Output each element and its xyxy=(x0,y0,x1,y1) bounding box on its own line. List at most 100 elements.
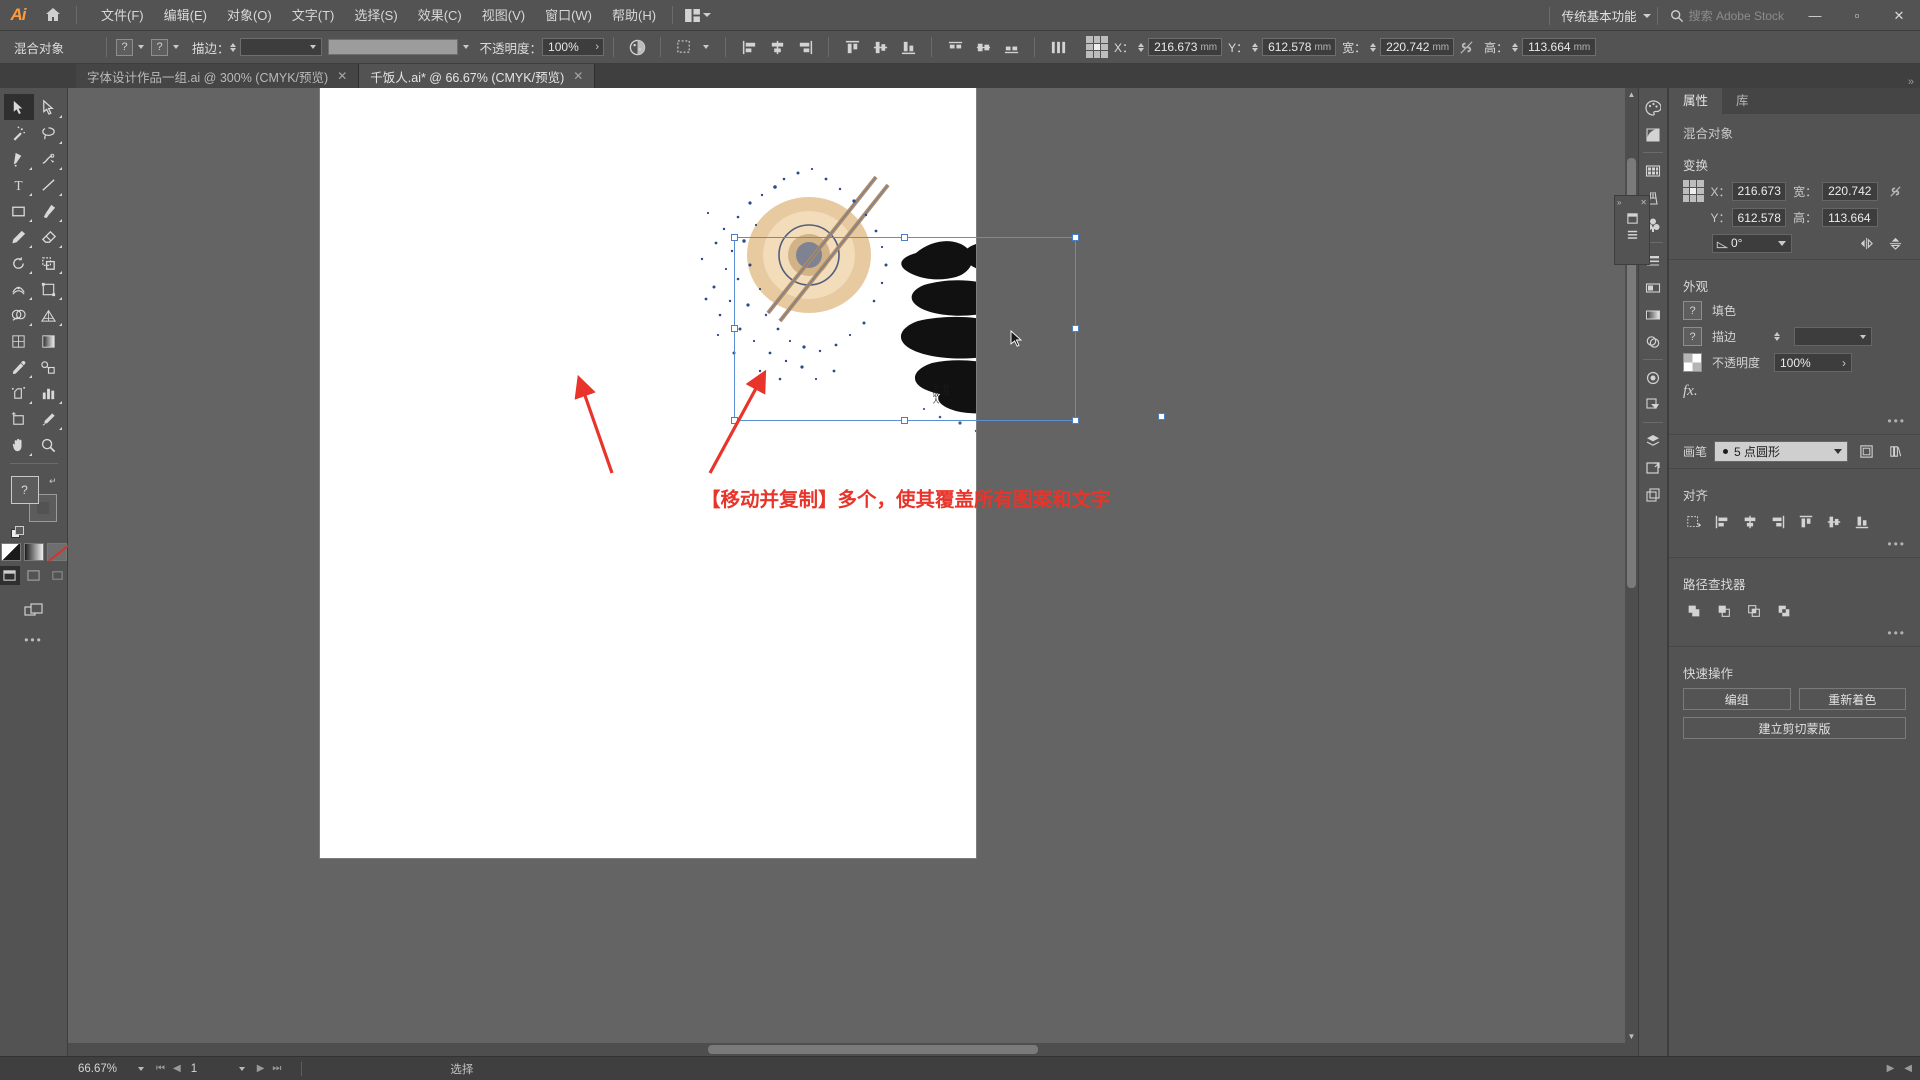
canvas-area[interactable]: 千饭人 食味 印 xyxy=(68,88,1638,1056)
close-icon[interactable]: ✕ xyxy=(573,69,583,83)
menu-type[interactable]: 文字(T) xyxy=(282,0,345,31)
width-stepper[interactable] xyxy=(1370,42,1377,52)
align-top-icon[interactable] xyxy=(1793,510,1819,534)
distribute-spacing-icon[interactable] xyxy=(1044,34,1072,60)
line-segment-tool[interactable] xyxy=(34,172,64,198)
symbol-sprayer-tool[interactable] xyxy=(4,380,34,406)
chevron-down-icon[interactable] xyxy=(138,45,145,49)
scale-tool[interactable] xyxy=(34,250,64,276)
resize-handle-ne[interactable] xyxy=(1072,234,1079,241)
chevron-down-icon[interactable] xyxy=(138,1066,144,1071)
gradient-tool[interactable] xyxy=(34,328,64,354)
brush-options-icon[interactable] xyxy=(1855,442,1877,462)
artboards-panel-icon[interactable] xyxy=(1639,454,1667,481)
menu-edit[interactable]: 编辑(E) xyxy=(154,0,217,31)
constrain-proportions-icon[interactable] xyxy=(1454,34,1478,60)
align-center-vertical-icon[interactable] xyxy=(1821,510,1847,534)
unite-icon[interactable] xyxy=(1681,599,1707,623)
stroke-stepper[interactable] xyxy=(229,42,236,52)
selection-bounding-box[interactable] xyxy=(731,234,1079,424)
resize-handle-n[interactable] xyxy=(901,234,908,241)
close-icon[interactable]: ✕ xyxy=(337,69,347,83)
resize-handle-nw[interactable] xyxy=(731,234,738,241)
flip-horizontal-icon[interactable] xyxy=(1855,233,1877,253)
menu-object[interactable]: 对象(O) xyxy=(217,0,282,31)
stroke-weight-select[interactable] xyxy=(239,38,322,56)
stroke-weight-select[interactable] xyxy=(1794,327,1872,346)
align-right-icon[interactable] xyxy=(1765,510,1791,534)
chevron-down-icon[interactable] xyxy=(1642,13,1651,18)
y-input[interactable]: 612.578 mm xyxy=(1262,38,1337,56)
layers-panel-icon[interactable] xyxy=(1639,427,1667,454)
menu-select[interactable]: 选择(S) xyxy=(344,0,407,31)
recolor-artwork-icon[interactable] xyxy=(623,34,651,60)
reference-point-grid[interactable] xyxy=(1086,36,1109,58)
document-tab[interactable]: 字体设计作品一组.ai @ 300% (CMYK/预览) ✕ xyxy=(76,64,360,88)
shape-builder-tool[interactable] xyxy=(4,302,34,328)
fill-swatch[interactable]: ? xyxy=(116,38,134,56)
menu-effect[interactable]: 效果(C) xyxy=(408,0,472,31)
curvature-tool[interactable] xyxy=(34,146,64,172)
align-right-icon[interactable] xyxy=(791,34,819,60)
close-icon[interactable]: ✕ xyxy=(1640,198,1647,207)
x-stepper[interactable] xyxy=(1138,42,1145,52)
next-page-icon[interactable]: ▶ xyxy=(253,1063,269,1074)
align-top-icon[interactable] xyxy=(838,34,866,60)
align-center-vertical-icon[interactable] xyxy=(866,34,894,60)
align-bottom-icon[interactable] xyxy=(1849,510,1875,534)
group-button[interactable]: 编组 xyxy=(1683,688,1791,710)
minimize-button[interactable]: — xyxy=(1794,0,1836,31)
swap-fill-stroke-icon[interactable]: ↵ xyxy=(49,476,57,487)
mesh-tool[interactable] xyxy=(4,328,34,354)
brush-libraries-icon[interactable] xyxy=(1884,442,1906,462)
y-stepper[interactable] xyxy=(1252,42,1259,52)
resize-handle-s[interactable] xyxy=(901,417,908,424)
gradient-panel-icon[interactable] xyxy=(1639,301,1667,328)
opacity-swatch-icon[interactable] xyxy=(1683,353,1702,372)
align-left-icon[interactable] xyxy=(1709,510,1735,534)
height-input[interactable]: 113.664 mm xyxy=(1522,38,1597,56)
list-icon[interactable] xyxy=(1626,228,1639,241)
width-input[interactable]: 220.742 xyxy=(1822,181,1879,201)
stroke-profile-bar[interactable] xyxy=(327,39,458,55)
align-more-icon[interactable]: ••• xyxy=(1669,537,1920,551)
align-center-horizontal-icon[interactable] xyxy=(763,34,791,60)
chevron-down-icon[interactable] xyxy=(173,45,180,49)
hand-tool[interactable] xyxy=(4,432,34,458)
asset-export-panel-icon[interactable] xyxy=(1639,481,1667,508)
document-icon[interactable] xyxy=(1626,212,1639,225)
chevron-down-icon[interactable] xyxy=(238,1066,245,1071)
full-screen-menu-mode[interactable] xyxy=(23,566,44,585)
align-to-selection-icon[interactable] xyxy=(1681,510,1707,534)
transparency-panel-icon[interactable] xyxy=(1639,274,1667,301)
color-panel-icon[interactable] xyxy=(1639,94,1667,121)
document-tab-active[interactable]: 千饭人.ai* @ 66.67% (CMYK/预览) ✕ xyxy=(359,64,596,88)
status-prev-icon[interactable]: ◀ xyxy=(1904,1063,1912,1074)
horizontal-scroll-thumb[interactable] xyxy=(708,1045,1038,1054)
rotation-input[interactable]: 0° xyxy=(1712,233,1792,253)
x-input[interactable]: 216.673 xyxy=(1731,181,1787,201)
selection-tool[interactable] xyxy=(3,94,34,120)
scroll-down-icon[interactable]: ▼ xyxy=(1625,1030,1638,1043)
scroll-up-icon[interactable]: ▲ xyxy=(1625,88,1638,101)
resize-handle-sw[interactable] xyxy=(731,417,738,424)
home-icon[interactable] xyxy=(36,0,70,31)
zoom-level-input[interactable]: 66.67% xyxy=(78,1060,136,1077)
distribute-top-icon[interactable] xyxy=(941,34,969,60)
rotate-tool[interactable] xyxy=(4,250,34,276)
fx-button[interactable]: fx. xyxy=(1669,379,1920,400)
workspace-switcher[interactable]: 传统基本功能 xyxy=(1556,6,1643,25)
exclude-icon[interactable] xyxy=(1771,599,1797,623)
perspective-grid-tool[interactable] xyxy=(34,302,64,328)
appearance-more-icon[interactable]: ••• xyxy=(1669,414,1920,428)
blend-tool[interactable] xyxy=(34,354,64,380)
fill-color-box[interactable]: ? xyxy=(10,476,39,504)
artboard[interactable]: 千饭人 食味 印 xyxy=(320,88,1165,858)
direct-selection-tool[interactable] xyxy=(34,94,64,120)
pencil-tool[interactable] xyxy=(4,224,34,250)
width-input[interactable]: 220.742 mm xyxy=(1380,38,1455,56)
distribute-center-icon[interactable] xyxy=(969,34,997,60)
resize-handle-w[interactable] xyxy=(731,325,738,332)
chevron-down-icon[interactable] xyxy=(703,45,710,49)
close-button[interactable]: ✕ xyxy=(1878,0,1920,31)
